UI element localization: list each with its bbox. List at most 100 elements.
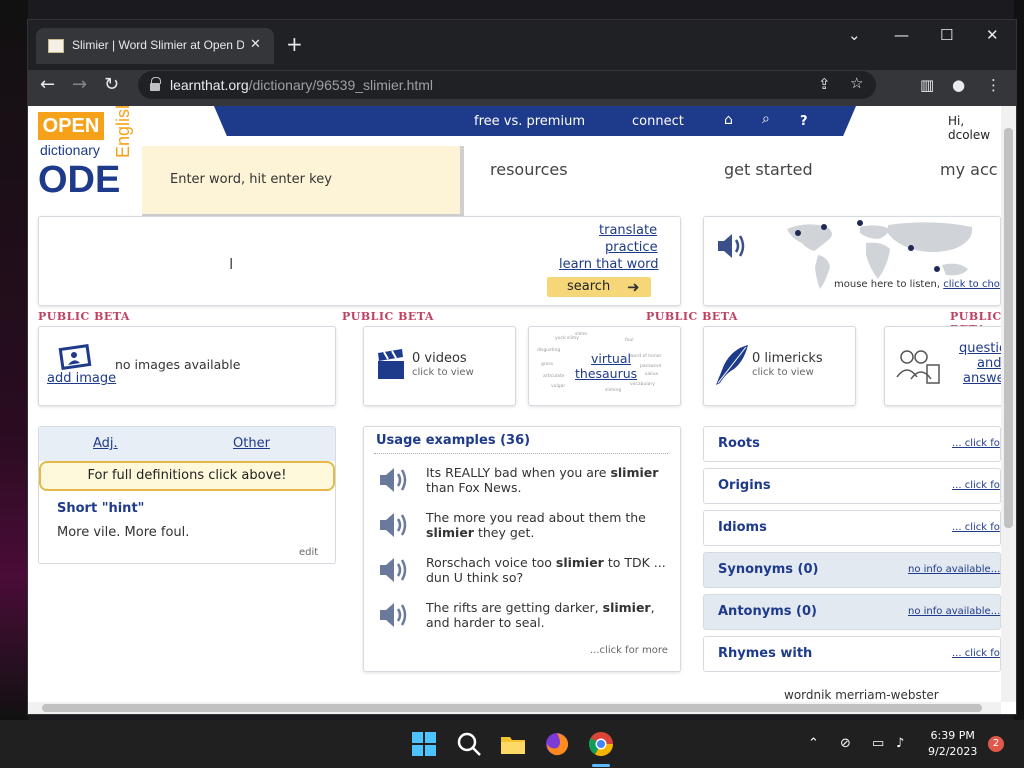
- tab-active[interactable]: Slimier | Word Slimier at Open Di ✕: [36, 28, 274, 64]
- usage-more-link[interactable]: ...click for more: [590, 645, 668, 656]
- back-button[interactable]: ←: [40, 74, 55, 96]
- help-icon[interactable]: ?: [800, 114, 808, 129]
- profile-icon[interactable]: ●: [952, 76, 965, 94]
- svg-text:disgusting: disgusting: [537, 347, 560, 353]
- roots-row[interactable]: Roots ... click fo: [703, 426, 1001, 462]
- hint-tabs: Adj. Other: [39, 427, 335, 461]
- side-panel-icon[interactable]: ▥: [920, 76, 934, 94]
- vertical-scrollbar[interactable]: [1001, 106, 1016, 702]
- images-card: add image no images available: [38, 326, 336, 406]
- taskbar-search-icon[interactable]: [455, 730, 483, 758]
- forward-button[interactable]: →: [72, 74, 87, 96]
- share-icon[interactable]: ⇪: [818, 75, 831, 93]
- origins-link[interactable]: ... click fo: [952, 480, 1000, 491]
- vertical-scroll-thumb[interactable]: [1004, 128, 1013, 528]
- speaker-icon[interactable]: [378, 555, 410, 585]
- word-entry-placeholder[interactable]: Enter word, hit enter key: [170, 172, 332, 187]
- browser-toolbar: ← → ↻ learnthat.org/dictionary/96539_sli…: [28, 70, 1016, 106]
- speaker-icon[interactable]: [378, 465, 410, 495]
- add-image-link[interactable]: add image: [47, 371, 116, 386]
- nav-get-started[interactable]: get started: [724, 160, 813, 179]
- show-hidden-icons[interactable]: ⌃: [808, 736, 819, 751]
- origins-row[interactable]: Origins ... click fo: [703, 468, 1001, 504]
- windows-start-icon[interactable]: [410, 730, 438, 758]
- minimize-button[interactable]: —: [894, 26, 909, 44]
- bookmark-star-icon[interactable]: ☆: [850, 74, 863, 92]
- practice-link[interactable]: practice: [605, 240, 658, 255]
- thesaurus-link[interactable]: thesaurus: [575, 366, 637, 381]
- speaker-icon[interactable]: [378, 510, 410, 540]
- svg-text:word of honor: word of honor: [630, 353, 661, 359]
- nav-connect[interactable]: connect: [632, 114, 684, 129]
- learn-that-word-link[interactable]: learn that word: [559, 257, 659, 272]
- firefox-icon[interactable]: [543, 730, 571, 758]
- nav-resources[interactable]: resources: [490, 160, 568, 179]
- site-logo[interactable]: OPEN English dictionary ODE: [38, 106, 133, 202]
- network-off-icon[interactable]: ⊘: [840, 736, 851, 751]
- tab-close-icon[interactable]: ✕: [250, 37, 261, 52]
- system-clock[interactable]: 6:39 PM 9/2/2023: [928, 728, 977, 760]
- nav-free-vs-premium[interactable]: free vs. premium: [474, 114, 585, 129]
- rhymes-link[interactable]: ... click fo: [952, 648, 1000, 659]
- display-icon[interactable]: ▭: [872, 736, 884, 751]
- rhymes-label: Rhymes with: [718, 646, 813, 661]
- synonyms-row[interactable]: Synonyms (0) no info available...: [703, 552, 1001, 588]
- search-icon[interactable]: ⌕: [762, 111, 770, 127]
- speaker-icon[interactable]: [378, 600, 410, 630]
- questions-card[interactable]: questio and answe: [884, 326, 1001, 406]
- new-tab-button[interactable]: +: [286, 34, 303, 54]
- questions-link-2[interactable]: and: [977, 356, 1001, 371]
- antonyms-row[interactable]: Antonyms (0) no info available...: [703, 594, 1001, 630]
- no-images-text: no images available: [115, 357, 241, 372]
- virtual-link[interactable]: virtual: [591, 351, 631, 366]
- file-explorer-icon[interactable]: [499, 730, 527, 758]
- footer-links[interactable]: wordnik merriam-webster: [784, 688, 939, 702]
- url-text[interactable]: learnthat.org/dictionary/96539_slimier.h…: [170, 77, 433, 93]
- full-definitions-notice[interactable]: For full definitions click above!: [39, 461, 335, 491]
- notification-badge[interactable]: 2: [988, 736, 1004, 752]
- rhymes-row[interactable]: Rhymes with ... click fo: [703, 636, 1001, 672]
- tab-search-icon[interactable]: ⌄: [848, 26, 861, 44]
- thesaurus-card[interactable]: yuck slimy disgusting foul word of honor pa…: [528, 326, 681, 406]
- antonyms-link[interactable]: no info available...: [908, 606, 1000, 617]
- word-entry-box[interactable]: Enter word, hit enter key: [142, 146, 464, 218]
- choose-accent-link[interactable]: click to choose/add: [943, 279, 1000, 290]
- svg-text:slime: slime: [575, 331, 587, 337]
- chrome-icon[interactable]: [587, 730, 615, 758]
- speaker-icon[interactable]: [716, 231, 748, 261]
- reload-button[interactable]: ↻: [104, 74, 119, 96]
- hint-panel: Adj. Other For full definitions click ab…: [38, 426, 336, 564]
- film-clapper-icon: [378, 349, 404, 379]
- volume-icon[interactable]: ♪: [896, 736, 904, 751]
- address-bar[interactable]: learnthat.org/dictionary/96539_slimier.h…: [138, 71, 876, 99]
- menu-icon[interactable]: ⋮: [986, 76, 1001, 94]
- horizontal-scrollbar[interactable]: [28, 702, 1001, 714]
- idioms-row[interactable]: Idioms ... click fo: [703, 510, 1001, 546]
- videos-title: 0 videos: [412, 351, 467, 366]
- synonyms-link[interactable]: no info available...: [908, 564, 1000, 575]
- lock-icon[interactable]: [150, 77, 161, 91]
- pronunciation-map-panel[interactable]: mouse here to listen, click to choose/ad…: [703, 216, 1001, 306]
- horizontal-scroll-thumb[interactable]: [42, 704, 982, 712]
- idioms-link[interactable]: ... click fo: [952, 522, 1000, 533]
- search-button[interactable]: search ➜: [547, 277, 651, 297]
- translate-link[interactable]: translate: [599, 223, 657, 238]
- edit-hint-link[interactable]: edit: [299, 547, 318, 558]
- limericks-card[interactable]: 0 limericks click to view: [703, 326, 856, 406]
- tab-adjective[interactable]: Adj.: [93, 436, 118, 451]
- usage-title[interactable]: Usage examples (36): [376, 433, 530, 448]
- questions-link-1[interactable]: questio: [959, 341, 1001, 356]
- tab-other[interactable]: Other: [233, 436, 270, 451]
- roots-link[interactable]: ... click fo: [952, 438, 1000, 449]
- questions-link-3[interactable]: answe: [963, 371, 1001, 386]
- videos-sub: click to view: [412, 367, 474, 378]
- close-window-button[interactable]: ✕: [986, 26, 999, 44]
- usage-example-text: The rifts are getting darker, slimier, a…: [426, 600, 655, 630]
- home-icon[interactable]: ⌂: [724, 112, 733, 128]
- videos-card[interactable]: 0 videos click to view: [363, 326, 516, 406]
- nav-my-account[interactable]: my acc: [940, 160, 998, 179]
- usage-example-text: Its REALLY bad when you are slimier than…: [426, 465, 659, 495]
- add-image-icon[interactable]: [57, 343, 97, 371]
- maximize-button[interactable]: ☐: [940, 26, 953, 44]
- greeting-text[interactable]: Hi, dcolew: [948, 114, 1001, 142]
